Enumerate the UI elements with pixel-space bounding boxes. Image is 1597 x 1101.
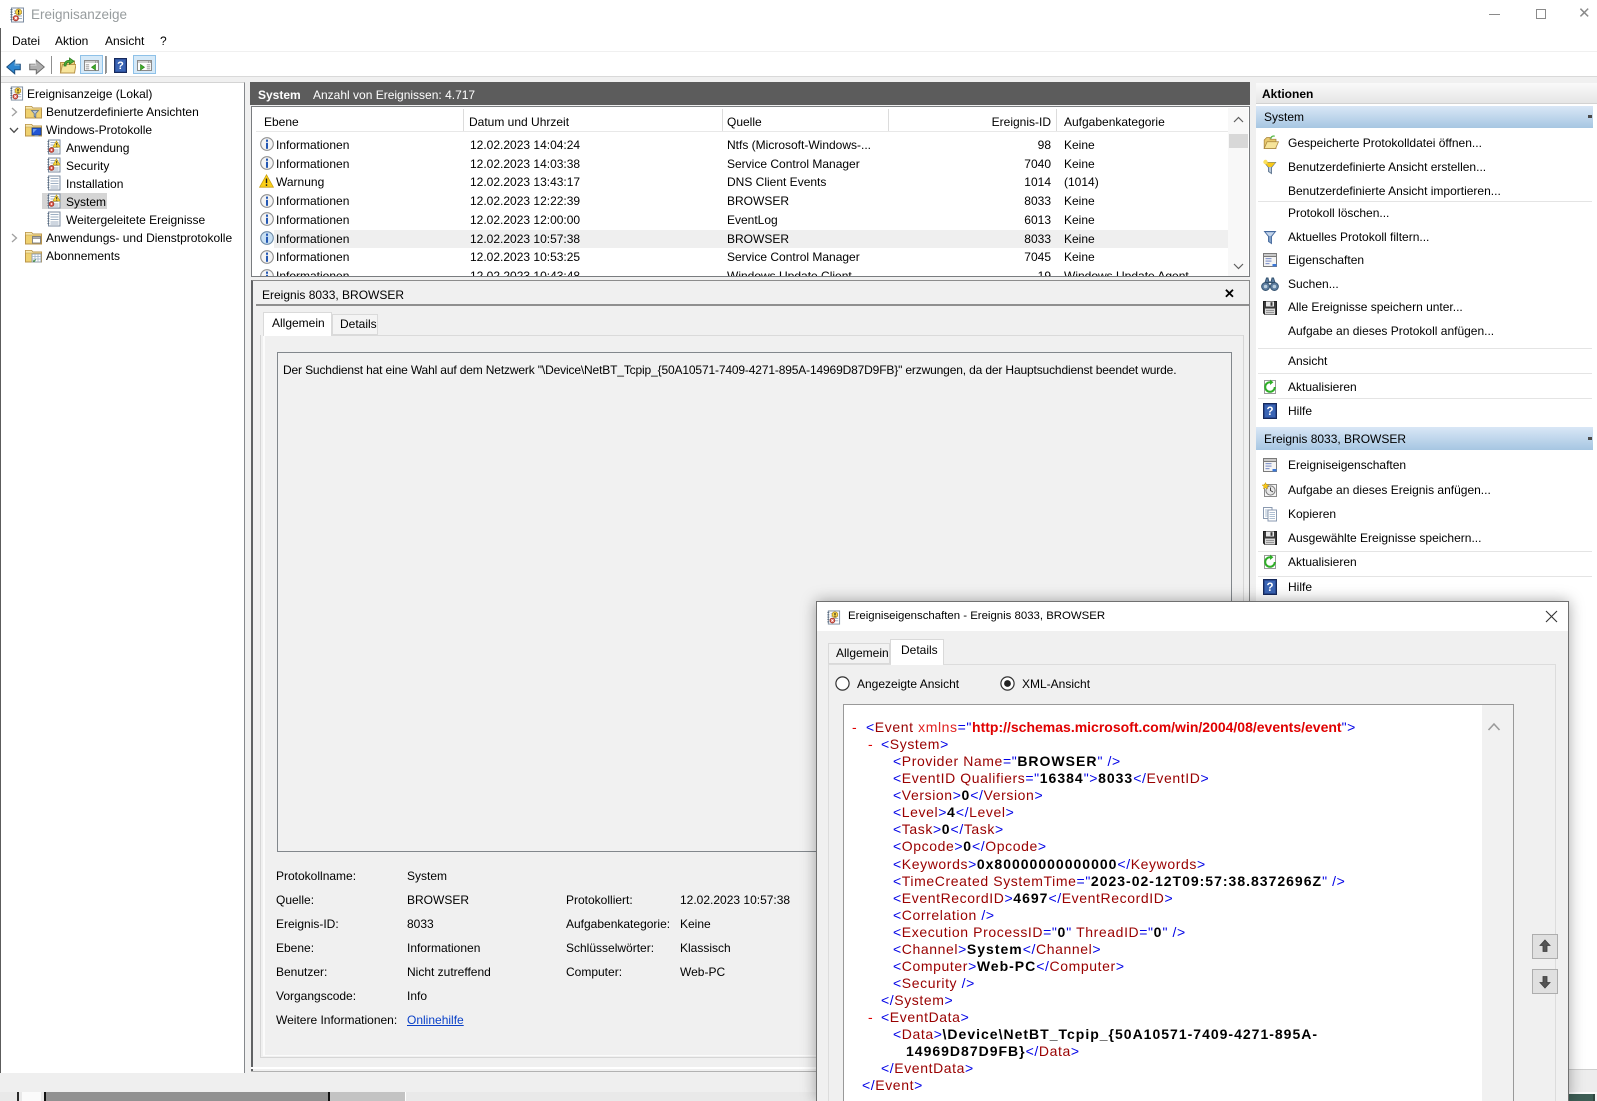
svg-text:?: ? <box>117 60 124 72</box>
